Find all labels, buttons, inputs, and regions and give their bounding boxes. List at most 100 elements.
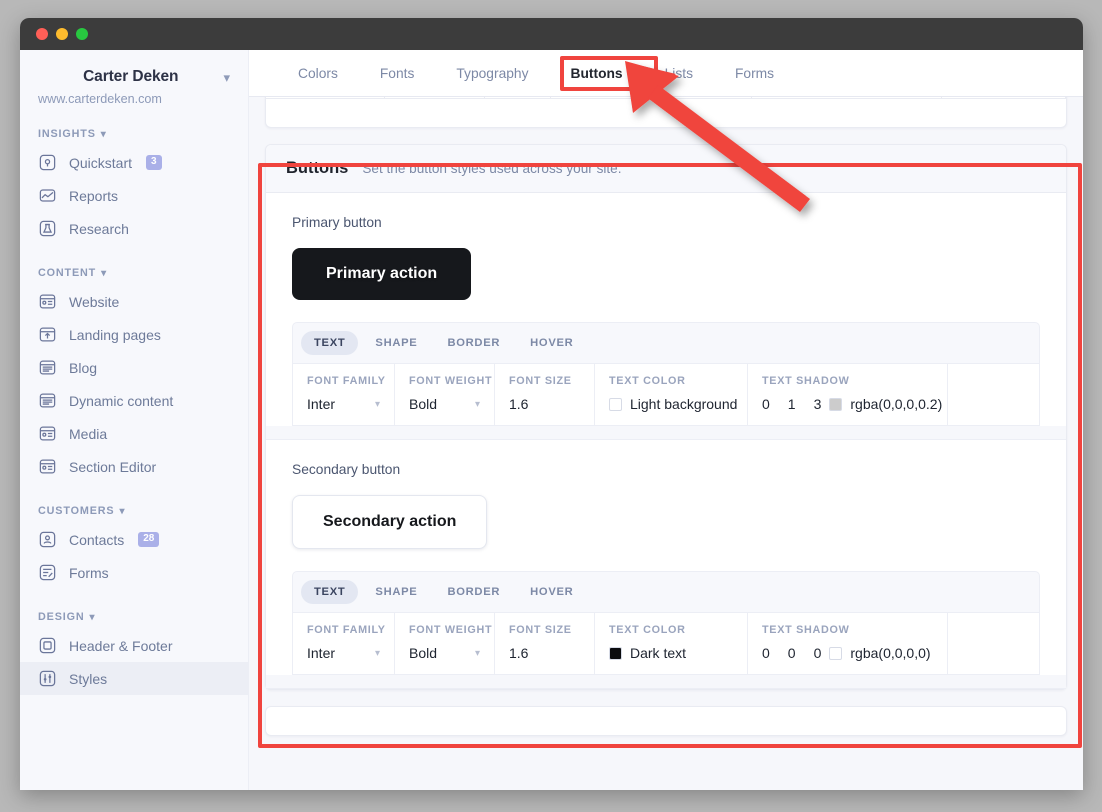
sidebar-group-content[interactable]: CONTENT ▾ bbox=[20, 267, 248, 279]
shadow-offset-value[interactable]: 0 bbox=[762, 396, 770, 412]
sidebar-item-dynamic-content[interactable]: Dynamic content bbox=[20, 384, 248, 417]
shadow-offset-value[interactable]: 3 bbox=[814, 396, 822, 412]
chevron-down-icon[interactable]: ▾ bbox=[101, 268, 107, 279]
section-inner: Secondary buttonSecondary actionTEXTSHAP… bbox=[266, 440, 1066, 675]
scroll-area[interactable]: Manrope ▾ Regular ▾ 2.7 Italic ▾ bbox=[249, 97, 1083, 790]
blog-icon bbox=[38, 391, 57, 410]
prop-value[interactable]: Bold▾ bbox=[409, 645, 480, 661]
prop-value[interactable]: Inter▾ bbox=[307, 396, 380, 412]
sidebar-group-label: INSIGHTS bbox=[38, 128, 96, 140]
subtab-text[interactable]: TEXT bbox=[301, 580, 358, 604]
subtab-border[interactable]: BORDER bbox=[434, 580, 513, 604]
prop-text-value: Inter bbox=[307, 645, 335, 661]
prop-value[interactable]: 1.6 bbox=[509, 645, 580, 661]
sidebar-item-styles[interactable]: Styles bbox=[20, 662, 248, 695]
prop-font-family[interactable]: FONT FAMILYInter▾ bbox=[293, 364, 395, 425]
prop-value[interactable]: Inter ▾ bbox=[307, 645, 380, 661]
shadow-offset-value[interactable]: 0 bbox=[788, 645, 796, 661]
shadow-offset-value[interactable]: 1 bbox=[788, 396, 796, 412]
clipped-cell-font-weight[interactable]: Regular ▾ bbox=[385, 97, 485, 98]
subtab-hover[interactable]: HOVER bbox=[517, 580, 586, 604]
prop-value[interactable]: Bold▾ bbox=[409, 396, 480, 412]
prop-font-size[interactable]: FONT SIZE1.6 bbox=[495, 613, 595, 674]
shadow-offsets[interactable]: 0 1 3 bbox=[762, 396, 821, 412]
sidebar-item-forms[interactable]: Forms bbox=[20, 556, 248, 589]
clipped-cell-font-size[interactable]: 2.7 bbox=[485, 97, 551, 98]
tab-fonts[interactable]: Fonts bbox=[359, 50, 436, 97]
color-swatch[interactable] bbox=[829, 398, 842, 411]
prop-value[interactable]: 013rgba(0,0,0,0.2) bbox=[762, 396, 933, 412]
brand-url[interactable]: www.carterdeken.com bbox=[20, 86, 248, 106]
section-gap bbox=[266, 675, 1066, 688]
subtab-text[interactable]: TEXT bbox=[301, 331, 358, 355]
prop-font-weight[interactable]: FONT WEIGHTBold▾ bbox=[395, 364, 495, 425]
clipped-cell-line-height[interactable]: 1.0 bbox=[652, 97, 752, 98]
tab-forms[interactable]: Forms bbox=[714, 50, 795, 97]
color-swatch[interactable] bbox=[609, 398, 622, 411]
prop-text-color[interactable]: TEXT COLORLight background bbox=[595, 364, 748, 425]
sidebar-group-insights[interactable]: INSIGHTS ▾ bbox=[20, 128, 248, 140]
prop-font-weight[interactable]: FONT WEIGHTBold▾ bbox=[395, 613, 495, 674]
sidebar-group-label: CUSTOMERS bbox=[38, 505, 114, 517]
brand-selector[interactable]: Carter Deken ▾ bbox=[20, 62, 248, 86]
color-swatch[interactable] bbox=[829, 647, 842, 660]
primary-action-button[interactable]: Primary action bbox=[292, 248, 471, 300]
prop-text-color[interactable]: TEXT COLORDark text bbox=[595, 613, 748, 674]
shadow-offsets[interactable]: 0 0 0 bbox=[762, 645, 821, 661]
color-swatch[interactable] bbox=[609, 647, 622, 660]
prop-text-shadow[interactable]: TEXT SHADOW013rgba(0,0,0,0.2) bbox=[748, 364, 948, 425]
maximize-window-button[interactable] bbox=[76, 28, 88, 40]
sidebar-item-website[interactable]: Website bbox=[20, 285, 248, 318]
chevron-down-icon[interactable]: ▾ bbox=[357, 399, 380, 410]
sidebar-item-research[interactable]: Research bbox=[20, 212, 248, 245]
subtab-hover[interactable]: HOVER bbox=[517, 331, 586, 355]
subtab-border[interactable]: BORDER bbox=[434, 331, 513, 355]
tab-lists[interactable]: Lists bbox=[644, 50, 714, 97]
sidebar-item-contacts[interactable]: Contacts28 bbox=[20, 523, 248, 556]
prop-value[interactable]: Light background bbox=[609, 396, 733, 412]
sidebar-item-media[interactable]: Media bbox=[20, 417, 248, 450]
chevron-down-icon[interactable]: ▾ bbox=[457, 648, 480, 659]
sidebar-item-quickstart[interactable]: Quickstart3 bbox=[20, 146, 248, 179]
sidebar-item-label: Website bbox=[69, 294, 119, 310]
subtab-shape[interactable]: SHAPE bbox=[362, 580, 430, 604]
chevron-down-icon[interactable]: ▾ bbox=[457, 399, 480, 410]
sidebar-item-landing-pages[interactable]: Landing pages bbox=[20, 318, 248, 351]
prop-label: TEXT SHADOW bbox=[762, 375, 933, 387]
chevron-down-icon[interactable]: ▾ bbox=[90, 612, 96, 623]
prop-value[interactable]: Dark text bbox=[609, 645, 733, 661]
chevron-down-icon[interactable]: ▾ bbox=[357, 648, 380, 659]
shadow-offset-value[interactable]: 0 bbox=[814, 645, 822, 661]
minimize-window-button[interactable] bbox=[56, 28, 68, 40]
sidebar-item-blog[interactable]: Blog bbox=[20, 351, 248, 384]
sidebar-item-reports[interactable]: Reports bbox=[20, 179, 248, 212]
prop-value[interactable]: 000rgba(0,0,0,0) bbox=[762, 645, 933, 661]
prop-text-shadow[interactable]: TEXT SHADOW000rgba(0,0,0,0) bbox=[748, 613, 948, 674]
tab-buttons[interactable]: Buttons bbox=[550, 50, 644, 97]
prop-font-family[interactable]: FONT FAMILYInter▾ bbox=[293, 613, 395, 674]
sidebar-group-label: CONTENT bbox=[38, 267, 96, 279]
prop-text-value: 1.6 bbox=[509, 645, 528, 661]
sidebar-item-section-editor[interactable]: Section Editor bbox=[20, 450, 248, 483]
chevron-down-icon[interactable]: ▾ bbox=[119, 506, 125, 517]
prop-value[interactable]: 1.6 bbox=[509, 396, 580, 412]
shadow-offset-value[interactable]: 0 bbox=[762, 645, 770, 661]
clipped-cell-text-color[interactable]: Dark text bbox=[752, 97, 942, 98]
clipped-cell-font-family[interactable]: Manrope ▾ bbox=[266, 97, 385, 98]
chevron-down-icon[interactable]: ▾ bbox=[101, 129, 107, 140]
prop-label: FONT SIZE bbox=[509, 375, 580, 387]
sidebar-group-customers[interactable]: CUSTOMERS ▾ bbox=[20, 505, 248, 517]
chevron-down-icon[interactable]: ▾ bbox=[223, 71, 230, 84]
clipped-cell-style[interactable]: Italic ▾ bbox=[551, 97, 652, 98]
prop-font-size[interactable]: FONT SIZE 1.6 bbox=[495, 364, 595, 425]
subtab-shape[interactable]: SHAPE bbox=[362, 331, 430, 355]
tab-typography[interactable]: Typography bbox=[435, 50, 549, 97]
flask-icon bbox=[38, 219, 57, 238]
secondary-action-button[interactable]: Secondary action bbox=[292, 495, 487, 549]
sidebar-item-header-footer[interactable]: Header & Footer bbox=[20, 629, 248, 662]
close-window-button[interactable] bbox=[36, 28, 48, 40]
sidebar-group-design[interactable]: DESIGN▾ bbox=[20, 611, 248, 623]
form-icon bbox=[38, 563, 57, 582]
next-panel-clipped bbox=[265, 706, 1067, 736]
tab-colors[interactable]: Colors bbox=[277, 50, 359, 97]
